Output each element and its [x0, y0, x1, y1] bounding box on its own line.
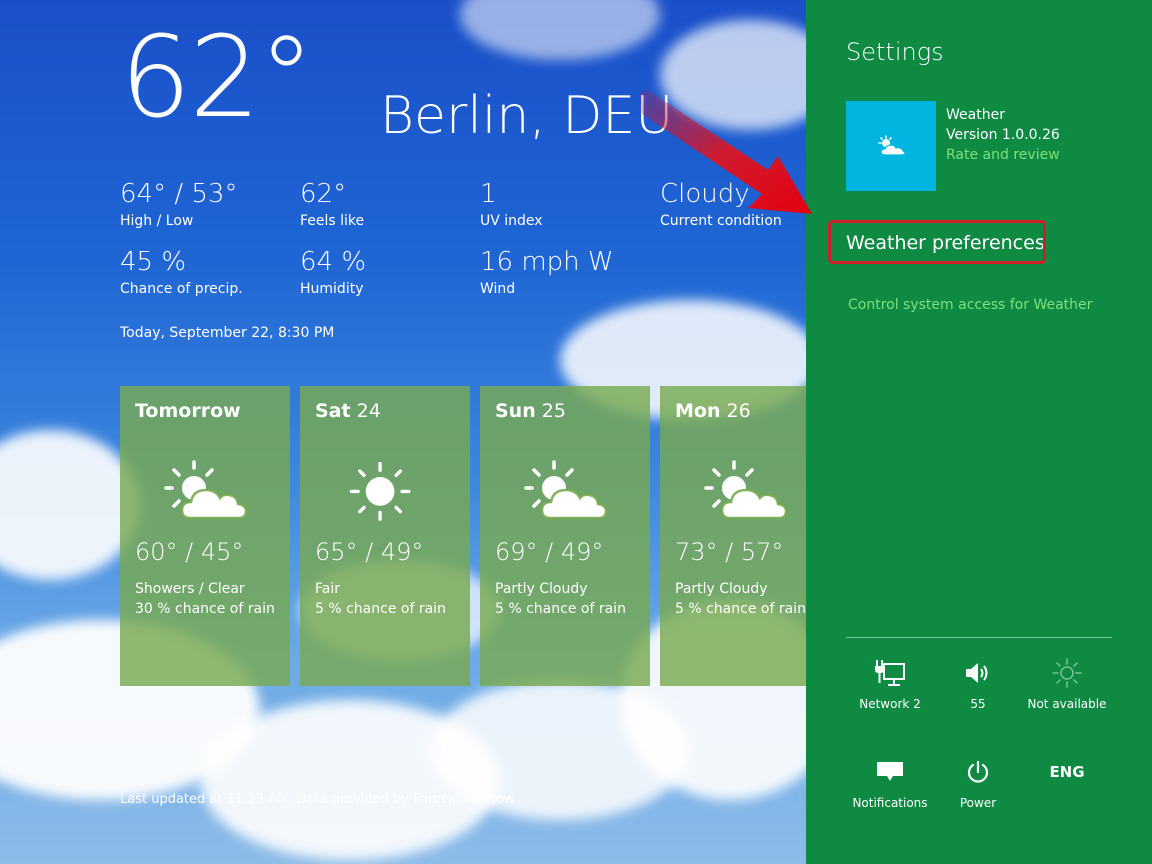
forecast-rain-chance: 30 % chance of rain — [135, 601, 275, 617]
app-name: Weather — [946, 107, 1005, 123]
network-label: Network 2 — [859, 697, 921, 711]
forecast-rain-chance: 5 % chance of rain — [315, 601, 446, 617]
stat-value: 45 % — [120, 247, 187, 277]
forecast-day-name: Sat 24 — [315, 400, 381, 422]
sun-icon — [349, 461, 411, 521]
stat-label: Wind — [480, 281, 516, 297]
forecast-card-tomorrow[interactable]: Tomorrow 60° / 45° Showers / Clear 30 % … — [120, 386, 290, 686]
keyboard-language-icon: ENG — [1049, 763, 1085, 781]
forecast-condition: Fair — [315, 581, 340, 597]
stat-value: 16 mph W — [480, 247, 614, 277]
weather-app-icon — [878, 135, 906, 156]
forecast-card-sat[interactable]: Sat 24 65° / 49° Fair 5 % chance of rain — [300, 386, 470, 686]
forecast-condition: Showers / Clear — [135, 581, 245, 597]
current-temperature: 62° — [120, 13, 315, 143]
divider — [846, 637, 1112, 638]
stat-value: 64° / 53° — [120, 179, 238, 209]
stat-wind: 16 mph W Wind — [480, 249, 614, 297]
forecast-condition: Partly Cloudy — [675, 581, 768, 597]
forecast-temp-range: 69° / 49° — [495, 538, 604, 566]
city-name: Berlin, DEU — [380, 86, 674, 146]
brightness-button[interactable]: Not available — [1017, 657, 1117, 711]
stat-label: Feels like — [300, 213, 365, 229]
cloud-shape — [0, 430, 140, 580]
volume-button[interactable]: 55 — [928, 657, 1028, 711]
stat-humidity: 64 % Humidity — [300, 249, 366, 297]
partly-cloudy-icon — [524, 460, 608, 520]
notifications-button[interactable]: Notifications — [840, 756, 940, 810]
forecast-day-name: Sun 25 — [495, 400, 566, 422]
cloud-shape — [460, 0, 660, 60]
notifications-icon — [877, 762, 903, 781]
cloud-shape — [660, 20, 806, 130]
app-tile — [846, 101, 936, 191]
highlight-box — [828, 220, 1046, 264]
network-button[interactable]: Network 2 — [840, 657, 940, 711]
forecast-day-name: Mon 26 — [675, 400, 751, 422]
weather-app-background: 62° Berlin, DEU 64° / 53° High / Low 62°… — [0, 0, 806, 864]
forecast-rain-chance: 5 % chance of rain — [675, 601, 806, 617]
stat-label: Chance of precip. — [120, 281, 243, 297]
forecast-day-name: Tomorrow — [135, 400, 241, 422]
notifications-label: Notifications — [852, 796, 928, 810]
forecast-rain-chance: 5 % chance of rain — [495, 601, 626, 617]
stat-label: High / Low — [120, 213, 194, 229]
stat-label: UV index — [480, 213, 543, 229]
settings-charm-panel: Settings Weather Version 1.0.0.26 Rate a… — [806, 0, 1152, 864]
stat-value: Cloudy — [660, 179, 750, 209]
power-button[interactable]: Power — [928, 756, 1028, 810]
power-icon — [967, 760, 989, 783]
stat-feels-like: 62° Feels like — [300, 181, 364, 229]
forecast-card-sun[interactable]: Sun 25 69° / 49° Partly Cloudy 5 % chanc… — [480, 386, 650, 686]
power-label: Power — [959, 796, 997, 810]
partly-cloudy-icon — [164, 460, 248, 520]
volume-icon — [966, 663, 988, 683]
app-version: Version 1.0.0.26 — [946, 127, 1060, 143]
stat-current-condition: Cloudy Current condition — [660, 181, 782, 229]
brightness-icon — [1052, 658, 1082, 688]
stat-value: 62° — [300, 179, 347, 209]
control-system-access-link[interactable]: Control system access for Weather — [848, 297, 1092, 313]
rate-and-review-link[interactable]: Rate and review — [946, 147, 1060, 163]
forecast-temp-range: 60° / 45° — [135, 538, 244, 566]
forecast-card-mon[interactable]: Mon 26 73° / 57° Partly Cloudy 5 % chanc… — [660, 386, 806, 686]
last-updated-text: Last updated at 11:23 AM. Data provided … — [120, 792, 515, 807]
charm-title: Settings — [846, 38, 944, 66]
stat-value: 1 — [480, 179, 497, 209]
keyboard-language-button[interactable]: ENG — [1017, 756, 1117, 796]
stat-uv-index: 1 UV index — [480, 181, 543, 229]
partly-cloudy-icon — [704, 460, 788, 520]
forecast-temp-range: 65° / 49° — [315, 538, 424, 566]
volume-label: 55 — [970, 697, 986, 711]
stat-label: Current condition — [660, 213, 782, 229]
forecast-condition: Partly Cloudy — [495, 581, 588, 597]
network-icon — [875, 660, 905, 686]
stat-precip: 45 % Chance of precip. — [120, 249, 243, 297]
forecast-temp-range: 73° / 57° — [675, 538, 784, 566]
brightness-label: Not available — [1027, 697, 1107, 711]
stat-high-low: 64° / 53° High / Low — [120, 181, 237, 229]
stat-label: Humidity — [300, 281, 364, 297]
stat-value: 64 % — [300, 247, 367, 277]
current-date: Today, September 22, 8:30 PM — [120, 325, 335, 341]
